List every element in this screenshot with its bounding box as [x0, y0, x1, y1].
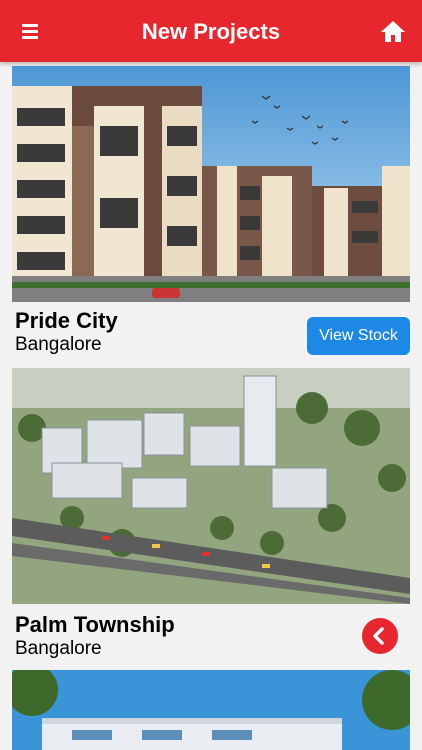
app-header: New Projects [0, 0, 422, 62]
home-icon[interactable] [378, 16, 408, 46]
chevron-left-icon[interactable] [362, 618, 398, 654]
project-image[interactable] [12, 66, 410, 302]
project-card[interactable]: Palm Township Bangalore [12, 368, 410, 662]
project-card[interactable] [12, 670, 410, 750]
project-card[interactable]: Pride City Bangalore View Stock [12, 66, 410, 358]
project-image[interactable] [12, 670, 410, 750]
page-title: New Projects [141, 19, 281, 44]
project-image[interactable] [12, 368, 410, 604]
project-name: Palm Township [15, 612, 175, 637]
view-stock-button[interactable]: View Stock [307, 317, 410, 355]
project-name: Pride City [15, 308, 118, 333]
project-location: Bangalore [15, 334, 102, 355]
project-location: Bangalore [15, 638, 102, 659]
